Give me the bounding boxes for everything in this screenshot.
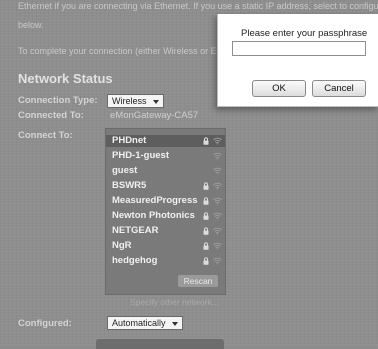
network-name: Newton Photonics xyxy=(112,210,195,221)
wifi-signal-icon xyxy=(213,197,222,205)
wifi-signal-icon xyxy=(213,242,222,250)
lock-icon xyxy=(203,197,209,205)
network-name: NETGEAR xyxy=(112,225,159,236)
lock-icon xyxy=(203,137,209,145)
configured-value: Automatically xyxy=(112,318,166,328)
intro-line-2: below. xyxy=(18,20,44,30)
network-name: guest xyxy=(112,165,138,176)
connected-to-value: eMonGateway-CA57 xyxy=(110,110,199,121)
connected-to-label: Connected To: xyxy=(18,110,84,121)
network-row[interactable]: Newton Photonics xyxy=(106,210,225,222)
network-row[interactable]: NgR xyxy=(106,240,225,252)
ok-button[interactable]: OK xyxy=(252,80,306,97)
passphrase-input[interactable] xyxy=(232,41,366,56)
network-list[interactable]: PHDnet PHD-1-guest guest BSWR5 MeasuredProgr… xyxy=(105,128,226,295)
network-name: PHD-1-guest xyxy=(112,150,170,161)
intro-line-3: To complete your connection (either Wire… xyxy=(18,46,217,56)
rescan-button[interactable]: Rescan xyxy=(178,275,218,287)
wifi-signal-icon xyxy=(213,182,222,190)
wifi-signal-icon xyxy=(213,167,222,175)
wifi-signal-icon xyxy=(213,137,222,145)
lock-icon xyxy=(203,242,209,250)
chevron-down-icon xyxy=(152,99,159,104)
network-row[interactable]: hedgehog xyxy=(106,255,225,267)
wifi-signal-icon xyxy=(213,152,222,160)
network-row[interactable]: PHDnet xyxy=(106,135,225,147)
connection-type-value: Wireless xyxy=(112,96,147,106)
network-name: hedgehog xyxy=(112,255,158,266)
network-name: MeasuredProgress xyxy=(112,195,198,206)
network-name: BSWR5 xyxy=(112,180,147,191)
passphrase-prompt: Please enter your passphrase xyxy=(241,28,368,39)
intro-line-1: Ethernet if you are connecting via Ether… xyxy=(18,1,378,11)
network-row[interactable]: BSWR5 xyxy=(106,180,225,192)
network-row[interactable]: guest xyxy=(106,165,225,177)
bottom-button[interactable] xyxy=(96,339,224,349)
connection-type-label: Connection Type: xyxy=(18,95,98,106)
connect-to-label: Connect To: xyxy=(18,130,73,141)
wifi-signal-icon xyxy=(213,257,222,265)
lock-icon xyxy=(203,212,209,220)
chevron-down-icon xyxy=(171,321,178,326)
network-row[interactable]: NETGEAR xyxy=(106,225,225,237)
connection-type-select[interactable]: Wireless xyxy=(107,94,164,108)
configured-label: Configured: xyxy=(18,318,72,329)
passphrase-dialog: Please enter your passphrase OK Cancel xyxy=(217,14,378,107)
wifi-signal-icon xyxy=(213,227,222,235)
lock-icon xyxy=(203,257,209,265)
cancel-button[interactable]: Cancel xyxy=(312,80,366,97)
network-name: PHDnet xyxy=(112,135,147,146)
lock-icon xyxy=(203,182,209,190)
configured-select[interactable]: Automatically xyxy=(107,316,183,330)
lock-icon xyxy=(203,227,209,235)
wifi-signal-icon xyxy=(213,212,222,220)
specify-other-network-link[interactable]: Specify other network... xyxy=(130,297,219,307)
network-status-title: Network Status xyxy=(18,71,113,86)
network-name: NgR xyxy=(112,240,132,251)
network-row[interactable]: MeasuredProgress xyxy=(106,195,225,207)
network-row[interactable]: PHD-1-guest xyxy=(106,150,225,162)
